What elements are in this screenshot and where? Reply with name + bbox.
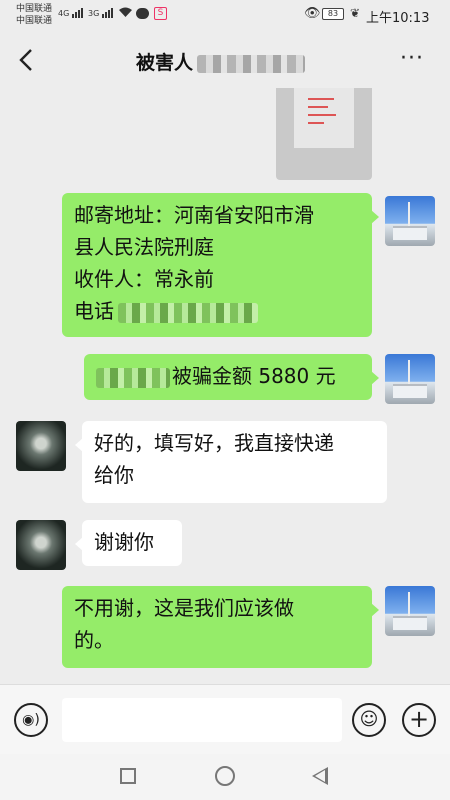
message-bubble-sent[interactable]: 不用谢，这是我们应该做 的。 (62, 586, 379, 668)
redacted-name (197, 54, 306, 73)
message-line: 收件人：常永前 (74, 267, 214, 291)
eye-icon: 👁 (304, 6, 321, 21)
chat-title: 被害人 (136, 48, 306, 75)
my-avatar[interactable] (385, 354, 435, 404)
redacted-text (96, 367, 170, 388)
contact-avatar[interactable] (16, 421, 66, 471)
message-line: 县人民法院刑庭 (74, 235, 214, 259)
status-bar: 中国联通 中国联通 4G 3G S 👁 83 ❦ 上午10:13 (0, 0, 450, 32)
carrier-1: 中国联通 (16, 4, 53, 14)
message-line: 谢谢你 (94, 530, 154, 554)
more-dots-icon[interactable]: ··· (400, 46, 424, 71)
message-bubble-received[interactable]: 谢谢你 (75, 520, 182, 566)
message-line: 不用谢，这是我们应该做 (74, 596, 294, 620)
my-avatar[interactable] (385, 196, 435, 246)
message-line: 好的，填写好，我直接快递 (94, 431, 334, 455)
message-bubble-received[interactable]: 好的，填写好，我直接快递 给你 (75, 421, 387, 503)
input-bar: ◉) ☺ + (0, 684, 450, 754)
leaf-icon: ❦ (350, 6, 361, 20)
message-icon (136, 8, 149, 19)
image-message[interactable] (276, 88, 372, 180)
signal-2-label: 3G (88, 9, 100, 18)
home-circle-icon[interactable] (215, 766, 235, 786)
message-text: 被骗金额 5880 元 (172, 364, 336, 388)
signal-2-icon: 3G (88, 8, 114, 18)
chevron-left-icon[interactable] (14, 46, 40, 74)
redacted-phone (118, 302, 258, 323)
status-time: 上午10:13 (366, 11, 430, 26)
message-list[interactable]: 邮寄地址：河南省安阳市滑 县人民法院刑庭 收件人：常永前 电话 被骗金额 588… (0, 88, 450, 684)
message-input[interactable] (62, 698, 342, 742)
signal-1-label: 4G (58, 9, 70, 18)
message-text: 电话 (74, 299, 114, 323)
message-line: 给你 (94, 463, 134, 487)
chat-header: 被害人 ··· (0, 32, 450, 88)
signal-1-icon: 4G (58, 8, 84, 18)
chat-title-text: 被害人 (136, 52, 194, 74)
carrier-labels: 中国联通 中国联通 (16, 3, 52, 27)
back-triangle-icon[interactable] (312, 767, 328, 785)
document-photo (294, 88, 354, 148)
message-line: 的。 (74, 628, 114, 652)
message-bubble-sent[interactable]: 被骗金额 5880 元 (84, 354, 379, 400)
emoji-icon[interactable]: ☺ (352, 703, 386, 737)
my-avatar[interactable] (385, 586, 435, 636)
contact-avatar[interactable] (16, 520, 66, 570)
system-navigation (0, 754, 450, 800)
battery-icon: 83 (322, 8, 344, 20)
recents-square-icon[interactable] (120, 768, 136, 784)
wifi-icon (118, 6, 133, 22)
app-notification-icon: S (154, 7, 167, 20)
message-line: 电话 (74, 295, 360, 327)
message-bubble-sent[interactable]: 邮寄地址：河南省安阳市滑 县人民法院刑庭 收件人：常永前 电话 (62, 193, 379, 337)
voice-icon[interactable]: ◉) (14, 703, 48, 737)
plus-icon[interactable]: + (402, 703, 436, 737)
message-line: 邮寄地址：河南省安阳市滑 (74, 203, 314, 227)
carrier-2: 中国联通 (16, 16, 53, 26)
